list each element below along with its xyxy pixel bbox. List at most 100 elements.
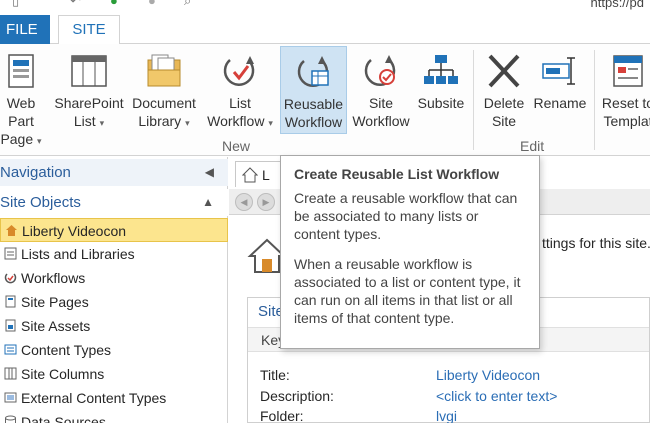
nav-item-content-types[interactable]: Content Types [0,338,228,362]
nav-item-external-content-types[interactable]: External Content Types [0,386,228,410]
reset-template-icon [613,55,643,87]
nav-item-label: Lists and Libraries [21,246,135,262]
site-workflow-icon [364,55,396,86]
prop-title-label: Title: [260,367,290,383]
document-library-label: Document [132,95,196,111]
delete-site-label: Delete [483,95,525,111]
delete-site-label-2: Site [491,113,517,129]
navigation-pane: Navigation ◀ Site Objects ▲ Liberty Vide… [0,157,228,423]
tab-file[interactable]: FILE [0,15,50,44]
data-source-icon [5,415,16,423]
nav-item-site-columns[interactable]: Site Columns [0,362,228,386]
list-workflow-button[interactable]: List Workflow ▾ [202,46,278,134]
workflow-icon [4,273,17,284]
nav-item-data-sources[interactable]: Data Sources [0,410,228,423]
sharepoint-list-label-2: List ▾ [73,113,105,129]
prop-description-value[interactable]: <click to enter text> [436,388,557,404]
list-table-icon [71,55,107,87]
rename-button[interactable]: Rename [530,46,590,134]
nav-item-label: Site Assets [21,318,91,334]
tooltip-paragraph-1: Create a reusable workflow that can be a… [294,190,518,242]
nav-item-label: Content Types [21,342,112,358]
external-content-icon [4,392,17,403]
list-icon [4,247,17,260]
forward-arrow-icon[interactable]: ▶ [257,193,275,211]
site-objects-title: Site Objects [0,194,81,211]
title-bar: ▯ ↶ ● ● ⌕ https://pd [0,0,650,12]
chevron-up-icon[interactable]: ▲ [202,189,214,216]
tooltip-title: Create Reusable List Workflow [294,166,500,182]
site-workflow-label: Site [368,95,394,111]
group-separator [473,50,474,150]
reusable-workflow-button[interactable]: Reusable Workflow [280,46,347,134]
web-part-page-label: Web Part [6,95,36,129]
stop-icon[interactable]: ● [148,0,156,8]
subsite-label: Subsite [417,95,465,111]
nav-item-label: Data Sources [21,414,106,423]
group-new-label: New [222,138,251,154]
nav-item-workflows[interactable]: Workflows [0,266,228,290]
subsite-button[interactable]: Subsite [414,46,468,134]
reset-template-label-2: Templat [603,113,650,129]
nav-item-label: Site Columns [21,366,105,382]
tooltip-paragraph-2: When a reusable workflow is associated t… [294,256,521,326]
delete-x-icon [488,54,520,88]
sharepoint-list-button[interactable]: SharePoint List ▾ [52,46,126,134]
site-objects-header[interactable]: Site Objects ▲ [0,189,228,216]
group-separator [594,50,595,150]
prop-title-value[interactable]: Liberty Videocon [436,367,540,383]
nav-item-label: External Content Types [21,390,167,406]
reset-to-template-button[interactable]: Reset to Templat [598,46,650,134]
page-icon [5,295,16,308]
site-home-icon [6,225,17,236]
nav-item-site-assets[interactable]: Site Assets [0,314,228,338]
settings-description: ttings for this site. [542,235,650,251]
ribbon: Web Part Page ▾ SharePoint List ▾ Docume… [0,44,650,156]
list-workflow-label: List [229,95,251,111]
preview-icon[interactable]: ⌕ [184,0,191,9]
reusable-workflow-label-2: Workflow [284,114,343,130]
ribbon-tabs: FILE SITE [0,12,650,45]
assets-icon [5,319,16,332]
nav-item-label: Liberty Videocon [22,223,127,239]
columns-icon [4,367,17,380]
reusable-workflow-label: Reusable [283,96,344,112]
prop-folder-label: Folder: [260,408,304,423]
collapse-chevron-icon[interactable]: ◀ [205,159,214,186]
delete-site-button[interactable]: Delete Site [479,46,529,134]
undo-icon[interactable]: ↶ [70,0,81,9]
nav-item-site-pages[interactable]: Site Pages [0,290,228,314]
content-type-icon [4,344,17,355]
nav-item-label: Workflows [21,270,86,286]
web-part-page-label-2: Page ▾ [0,131,42,147]
navigation-header[interactable]: Navigation ◀ [0,159,228,186]
sharepoint-list-label: SharePoint [54,95,124,111]
group-edit-label: Edit [520,138,545,154]
prop-description-label: Description: [260,388,334,404]
site-workflow-button[interactable]: Site Workflow [349,46,413,134]
document-library-label-2: Library ▾ [138,113,190,129]
web-part-page-button[interactable]: Web Part Page ▾ [0,46,50,147]
reset-template-label: Reset to [601,95,650,111]
list-workflow-icon [223,56,255,86]
site-workflow-label-2: Workflow [352,113,410,129]
prop-folder-value[interactable]: lvgi [436,408,457,423]
rename-icon [542,57,575,85]
nav-item-label: Site Pages [21,294,89,310]
nav-item-lists-and-libraries[interactable]: Lists and Libraries [0,242,228,266]
reusable-workflow-icon [297,56,329,87]
quick-access-icon[interactable]: ▯ [12,0,19,9]
back-arrow-icon[interactable]: ◀ [235,193,253,211]
site-url: https://pd [590,0,644,10]
tab-site[interactable]: SITE [58,15,120,45]
subsite-hierarchy-icon [424,55,458,84]
list-workflow-label-2: Workflow ▾ [207,113,273,129]
document-library-icon [147,54,181,87]
document-library-button[interactable]: Document Library ▾ [128,46,200,134]
navigation-title: Navigation [0,164,71,181]
reusable-workflow-tooltip: Create Reusable List Workflow Create a r… [280,155,540,349]
rename-label: Rename [533,95,587,111]
redo-icon[interactable]: ● [110,0,118,8]
home-icon [242,167,258,183]
nav-item-liberty-videocon[interactable]: Liberty Videocon [0,218,228,242]
